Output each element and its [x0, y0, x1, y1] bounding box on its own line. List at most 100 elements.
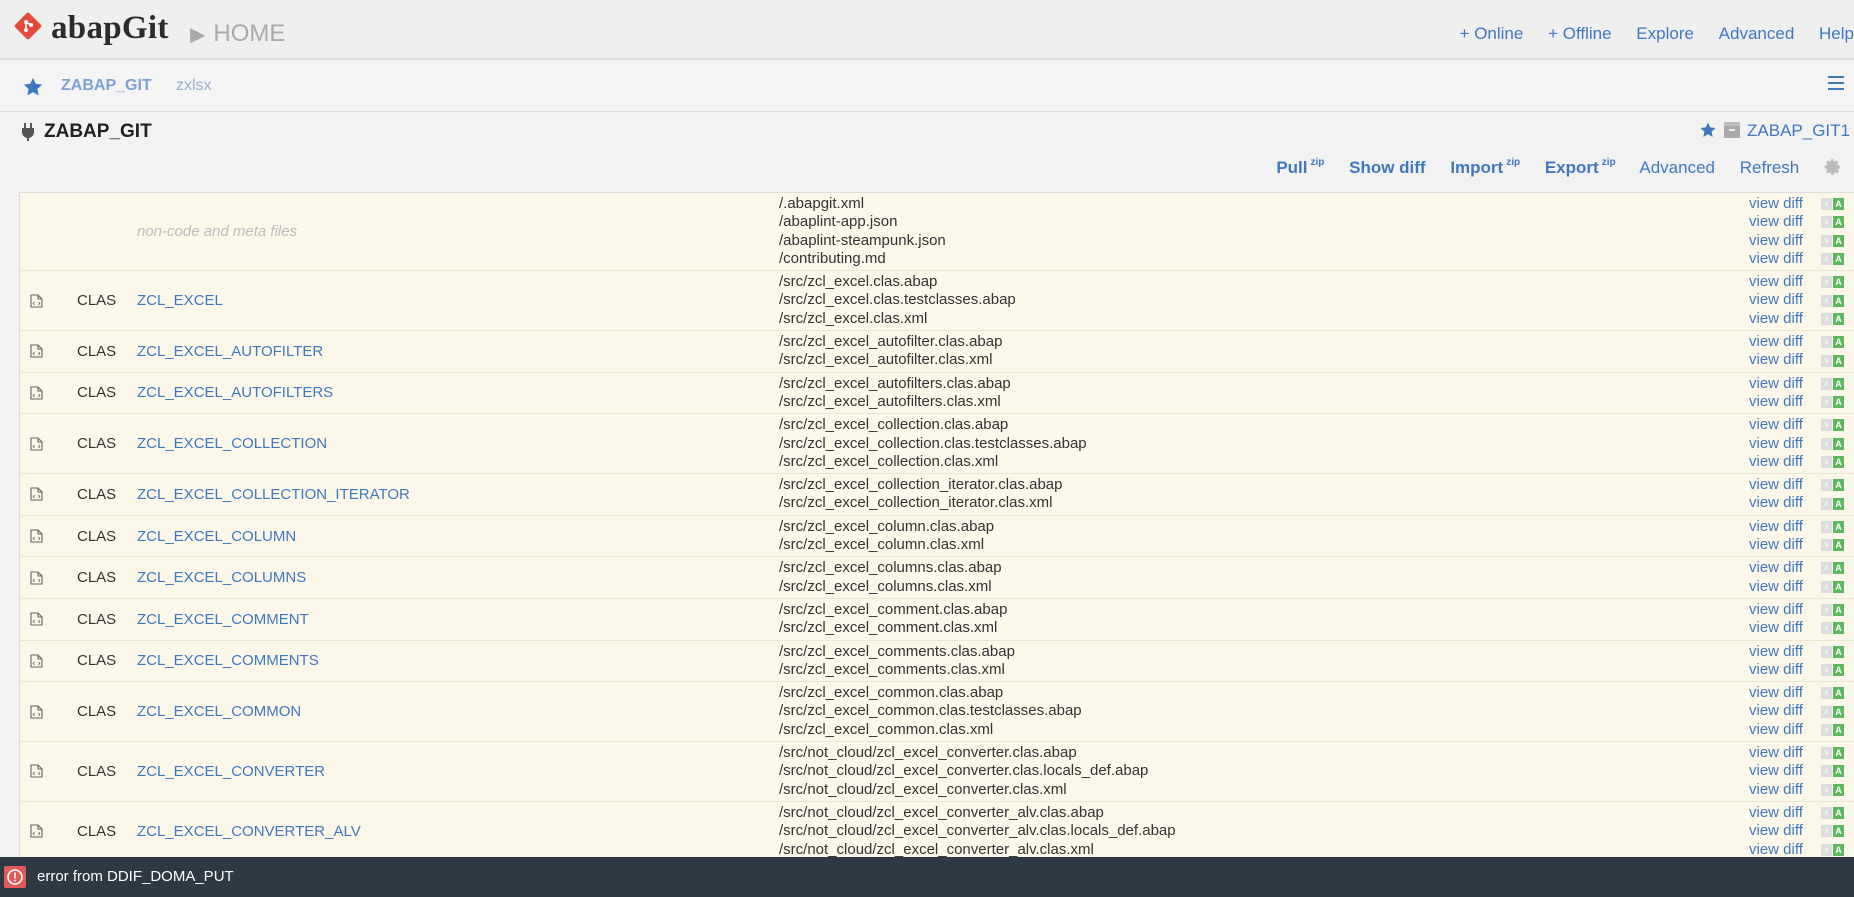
view-diff-link[interactable]: view diff	[1749, 619, 1803, 636]
app-name[interactable]: abapGit	[51, 10, 169, 47]
object-name-link[interactable]: ZCL_EXCEL_COLLECTION_ITERATOR	[137, 486, 410, 503]
view-diff-link[interactable]: view diff	[1749, 643, 1803, 660]
object-name-link[interactable]: ZCL_EXCEL_COMMENT	[137, 611, 309, 628]
view-diff-link[interactable]: view diff	[1749, 273, 1803, 290]
view-diff-link[interactable]: view diff	[1749, 453, 1803, 470]
nav-advanced-link[interactable]: Advanced	[1719, 24, 1795, 43]
remote-added-flag: A	[1833, 622, 1844, 635]
view-diff-link[interactable]: view diff	[1749, 250, 1803, 267]
local-status-flag: x	[1821, 294, 1832, 307]
view-diff-link[interactable]: view diff	[1749, 393, 1803, 410]
star-icon[interactable]	[22, 76, 44, 98]
star-icon[interactable]	[1699, 121, 1717, 139]
view-diff-link[interactable]: view diff	[1749, 494, 1803, 511]
view-diff-link[interactable]: view diff	[1749, 762, 1803, 779]
error-icon[interactable]	[4, 866, 26, 888]
table-row: CLAS ZCL_EXCEL_AUTOFILTER/src/zcl_excel_a…	[20, 330, 1854, 373]
export-button[interactable]: Export zip	[1545, 157, 1616, 177]
file-path: /contributing.md	[779, 249, 886, 267]
advanced-menu-button[interactable]: Advanced	[1639, 158, 1715, 177]
table-row: CLAS ZCL_EXCEL_COLUMNS/src/zcl_excel_colu…	[20, 556, 1854, 599]
object-name-link[interactable]: ZCL_EXCEL_COMMON	[137, 703, 301, 720]
view-diff-link[interactable]: view diff	[1749, 232, 1803, 249]
object-name-cell: ZCL_EXCEL_CONVERTER_ALV	[137, 801, 779, 857]
view-diff-link[interactable]: view diff	[1749, 721, 1803, 738]
nav-help-link[interactable]: Help	[1819, 24, 1854, 43]
view-diff-link[interactable]: view diff	[1749, 684, 1803, 701]
object-name-link[interactable]: ZCL_EXCEL_COLUMN	[137, 528, 296, 545]
object-name-link[interactable]: ZCL_EXCEL_CONVERTER	[137, 763, 325, 780]
view-diff-link[interactable]: view diff	[1749, 781, 1803, 798]
object-type: CLAS	[77, 640, 137, 683]
view-diff-link[interactable]: view diff	[1749, 744, 1803, 761]
view-diff-link[interactable]: view diff	[1749, 476, 1803, 493]
page-title: ▶ HOME	[190, 20, 285, 48]
view-diff-link[interactable]: view diff	[1749, 291, 1803, 308]
pull-button[interactable]: Pull zip	[1276, 157, 1324, 177]
view-diff-link[interactable]: view diff	[1749, 213, 1803, 230]
top-nav: + Online + Offline Explore Advanced Help	[1440, 24, 1854, 44]
object-name-link[interactable]: ZCL_EXCEL_COMMENTS	[137, 652, 319, 669]
view-diff-link[interactable]: view diff	[1749, 195, 1803, 212]
status-flags: xAxAxA	[1821, 413, 1854, 475]
file-path: /abaplint-app.json	[779, 213, 898, 231]
view-diff-link[interactable]: view diff	[1749, 333, 1803, 350]
view-diff-link[interactable]: view diff	[1749, 310, 1803, 327]
nav-offline-link[interactable]: + Offline	[1548, 24, 1611, 43]
table-row: CLAS ZCL_EXCEL_COLLECTION_ITERATOR/src/zc…	[20, 473, 1854, 516]
view-diff-link[interactable]: view diff	[1749, 518, 1803, 535]
local-status-flag: x	[1821, 783, 1832, 796]
repo-toolbar: Pull zip Show diff Import zip Export zip Ad…	[1276, 157, 1854, 178]
abapgit-logo-icon[interactable]	[13, 11, 43, 41]
nav-explore-link[interactable]: Explore	[1636, 24, 1694, 43]
nav-online-link[interactable]: + Online	[1460, 24, 1524, 43]
row-icon-cell	[20, 640, 77, 683]
status-flags: xAxAxA	[1821, 801, 1854, 857]
remote-added-flag: A	[1833, 604, 1844, 617]
import-button[interactable]: Import zip	[1450, 157, 1520, 177]
view-diff-link[interactable]: view diff	[1749, 841, 1803, 858]
view-diff-link[interactable]: view diff	[1749, 351, 1803, 368]
view-diff-link[interactable]: view diff	[1749, 416, 1803, 433]
repo-package-link[interactable]: ZABAP_GIT1	[1747, 121, 1850, 140]
view-diff-link[interactable]: view diff	[1749, 661, 1803, 678]
view-diff-link[interactable]: view diff	[1749, 822, 1803, 839]
local-status-flag: x	[1821, 705, 1832, 718]
object-name-link[interactable]: ZCL_EXCEL_CONVERTER_ALV	[137, 823, 361, 840]
favorite-repo-zabap-git[interactable]: ZABAP_GIT	[61, 77, 152, 95]
object-name-link[interactable]: ZCL_EXCEL_AUTOFILTER	[137, 343, 323, 360]
view-diff-link[interactable]: view diff	[1749, 601, 1803, 618]
object-name-link[interactable]: ZCL_EXCEL_AUTOFILTERS	[137, 384, 333, 401]
favorite-repo-zxlsx[interactable]: zxlsx	[176, 77, 212, 95]
object-name-link[interactable]: ZCL_EXCEL_COLLECTION	[137, 435, 327, 452]
error-message-text: error from DDIF_DOMA_PUT	[37, 868, 234, 885]
code-file-icon	[30, 764, 43, 779]
local-status-flag: x	[1821, 807, 1832, 820]
refresh-button[interactable]: Refresh	[1740, 158, 1800, 177]
view-diff-link[interactable]: view diff	[1749, 435, 1803, 452]
show-diff-button[interactable]: Show diff	[1349, 158, 1425, 177]
view-diff-link[interactable]: view diff	[1749, 559, 1803, 576]
view-diff-link[interactable]: view diff	[1749, 375, 1803, 392]
object-type	[77, 193, 137, 272]
local-status-flag: x	[1821, 747, 1832, 760]
status-flags: xAxA	[1821, 640, 1854, 683]
object-type: CLAS	[77, 681, 137, 743]
local-status-flag: x	[1821, 396, 1832, 409]
code-file-icon	[30, 529, 43, 543]
file-path: /src/zcl_excel_column.clas.xml	[779, 536, 985, 554]
view-diff-link[interactable]: view diff	[1749, 578, 1803, 595]
local-status-flag: x	[1821, 663, 1832, 676]
view-diff-link[interactable]: view diff	[1749, 702, 1803, 719]
repo-header: ZABAP_GIT ZABAP_GIT1 Pull zip Show diff I…	[0, 113, 1854, 193]
hamburger-menu-icon[interactable]	[1828, 76, 1844, 90]
object-type: CLAS	[77, 515, 137, 558]
view-diff-link[interactable]: view diff	[1749, 804, 1803, 821]
row-icon-cell	[20, 193, 77, 272]
table-row: CLAS ZCL_EXCEL_COMMENTS/src/zcl_excel_com…	[20, 640, 1854, 683]
gear-icon[interactable]	[1824, 158, 1842, 176]
remote-added-flag: A	[1833, 783, 1844, 796]
view-diff-link[interactable]: view diff	[1749, 536, 1803, 553]
object-name-link[interactable]: ZCL_EXCEL_COLUMNS	[137, 569, 306, 586]
object-name-link[interactable]: ZCL_EXCEL	[137, 292, 223, 309]
